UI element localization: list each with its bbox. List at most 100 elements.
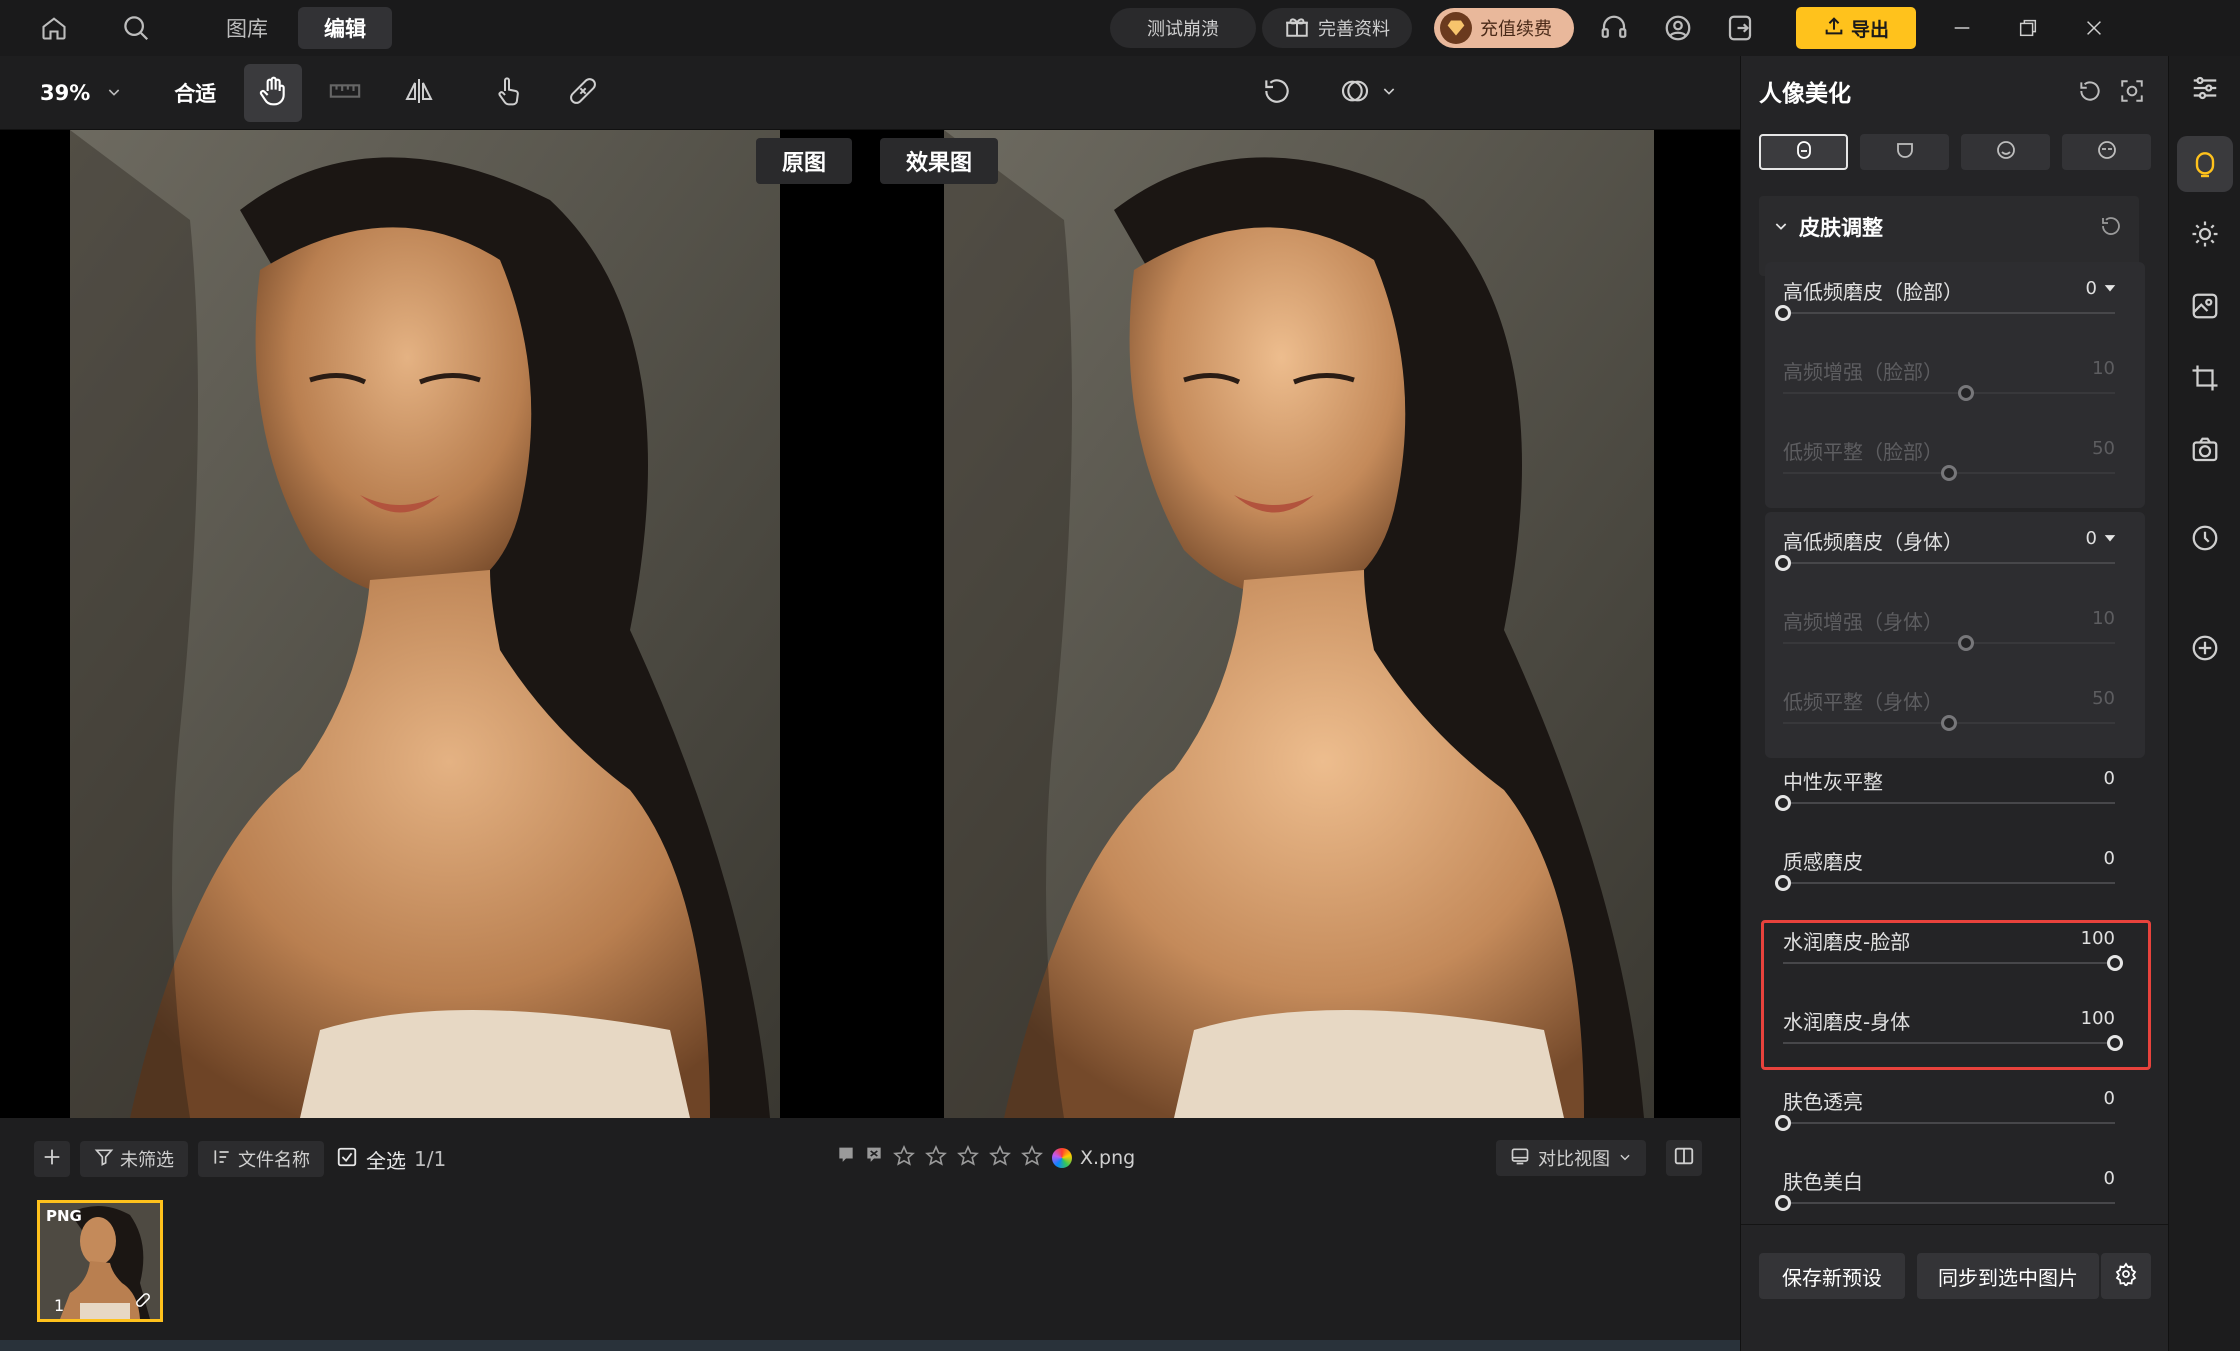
slider-track[interactable]	[1775, 875, 2115, 891]
slider-track[interactable]	[1775, 555, 2115, 571]
edited-icon	[134, 1291, 152, 1313]
star-icon[interactable]	[1020, 1144, 1044, 1172]
adjust-sliders-icon[interactable]	[2185, 68, 2225, 108]
slider-value[interactable]: 0	[2086, 528, 2097, 549]
reject-flag-icon[interactable]	[864, 1146, 884, 1170]
logout-icon[interactable]	[1724, 12, 1756, 44]
history-icon[interactable]	[2185, 518, 2225, 558]
slider-value[interactable]: 0	[2104, 1088, 2115, 1109]
slider-track[interactable]	[1783, 385, 2115, 401]
minimize-button[interactable]	[1936, 0, 1988, 56]
filter-button[interactable]: 未筛选	[80, 1141, 188, 1177]
star-icon[interactable]	[892, 1144, 916, 1172]
chevron-down-icon[interactable]	[1773, 218, 1789, 238]
add-module-icon[interactable]	[2185, 628, 2225, 668]
slider-track[interactable]	[1775, 305, 2115, 321]
caret-down-icon[interactable]	[2103, 280, 2117, 299]
select-all-checkbox[interactable]: 全选 1/1	[336, 1145, 446, 1174]
complete-profile-button[interactable]: 完善资料	[1262, 8, 1412, 48]
file-name: X.png	[1080, 1147, 1136, 1169]
slider-handle[interactable]	[1957, 635, 1974, 651]
slider-handle[interactable]	[1775, 1195, 1791, 1211]
tab-skin[interactable]	[1759, 134, 1848, 170]
split-view-button[interactable]	[1666, 1140, 1702, 1176]
vip-recharge-button[interactable]: 充值续费	[1434, 8, 1574, 48]
home-icon[interactable]	[38, 12, 70, 44]
star-icon[interactable]	[956, 1144, 980, 1172]
sort-button[interactable]: 文件名称	[198, 1141, 324, 1177]
touch-tool-button[interactable]	[480, 64, 538, 122]
mask-dropdown[interactable]	[1326, 64, 1410, 122]
preset-settings-button[interactable]	[2101, 1253, 2151, 1299]
slider-track[interactable]	[1783, 465, 2115, 481]
slider-track[interactable]	[1783, 635, 2115, 651]
user-icon[interactable]	[1662, 12, 1694, 44]
slider-value[interactable]: 0	[2086, 278, 2097, 299]
tab-body[interactable]	[2062, 134, 2151, 170]
export-button[interactable]: 导出	[1796, 7, 1916, 49]
slider-value[interactable]: 10	[2092, 358, 2115, 379]
maximize-button[interactable]	[2002, 0, 2054, 56]
tab-makeup[interactable]	[1860, 134, 1949, 170]
slider-track[interactable]	[1775, 1195, 2115, 1211]
slider-handle[interactable]	[1941, 715, 1957, 731]
slider-handle[interactable]	[1775, 795, 1791, 811]
caret-down-icon[interactable]	[2103, 530, 2117, 549]
portrait-beauty-panel: 人像美化 皮肤调整 高低频磨皮（脸部） 0 高频增强（脸部） 10 低频平整（脸部） 50…	[1740, 56, 2169, 1351]
face-skin-icon	[1792, 138, 1816, 166]
fit-button[interactable]: 合适	[174, 78, 216, 108]
portrait-beauty-icon[interactable]	[2177, 136, 2233, 192]
chevron-down-icon	[1618, 1148, 1632, 1169]
tab-face[interactable]	[1961, 134, 2050, 170]
image-canvas[interactable]: 原图 效果图	[0, 130, 1740, 1118]
slider-track[interactable]	[1775, 1115, 2115, 1131]
report-crash-button[interactable]: 测试崩溃	[1110, 8, 1256, 48]
zoom-dropdown[interactable]: 39%	[40, 81, 122, 105]
save-preset-button[interactable]: 保存新预设	[1759, 1253, 1905, 1299]
slider-value[interactable]: 10	[2092, 608, 2115, 629]
slider-value[interactable]: 0	[2104, 848, 2115, 869]
section-reset-icon[interactable]	[2099, 214, 2123, 242]
sync-to-selected-button[interactable]: 同步到选中图片	[1917, 1253, 2099, 1299]
slider-handle[interactable]	[1775, 875, 1791, 891]
slider-handle[interactable]	[1957, 385, 1974, 401]
panel-reset-icon[interactable]	[2077, 78, 2103, 108]
slider-track[interactable]	[1783, 715, 2115, 731]
flag-icon[interactable]	[836, 1146, 856, 1170]
image-edit-icon[interactable]	[2185, 286, 2225, 326]
star-icon[interactable]	[924, 1144, 948, 1172]
title-bar: 图库 编辑 测试崩溃 完善资料 充值续费 导出	[0, 0, 2240, 56]
slider-value[interactable]: 0	[2104, 1168, 2115, 1189]
thumbnail-item[interactable]: PNG 1	[37, 1200, 163, 1322]
tab-edit[interactable]: 编辑	[298, 7, 392, 49]
sun-icon[interactable]	[2185, 214, 2225, 254]
face-detect-icon[interactable]	[2119, 78, 2145, 108]
smile-icon	[1994, 138, 2018, 166]
camera-icon[interactable]	[2185, 430, 2225, 470]
view-mode-label: 对比视图	[1538, 1149, 1610, 1170]
ruler-tool-button[interactable]	[316, 64, 374, 122]
add-image-button[interactable]	[34, 1141, 70, 1177]
slider-handle[interactable]	[1775, 305, 1791, 321]
slider-value[interactable]: 0	[2104, 768, 2115, 789]
slider-value[interactable]: 50	[2092, 688, 2115, 709]
color-label-icon[interactable]	[1052, 1148, 1072, 1168]
slider-handle[interactable]	[1775, 555, 1791, 571]
heal-tool-button[interactable]	[554, 64, 612, 122]
slider-label: 高低频磨皮（脸部）	[1783, 280, 1963, 304]
reset-button[interactable]	[1248, 64, 1306, 122]
select-count: 1/1	[414, 1147, 447, 1171]
headset-icon[interactable]	[1598, 12, 1630, 44]
star-icon[interactable]	[988, 1144, 1012, 1172]
slider-handle[interactable]	[1941, 465, 1957, 481]
close-button[interactable]	[2068, 0, 2120, 56]
crop-icon[interactable]	[2185, 358, 2225, 398]
hand-tool-button[interactable]	[244, 63, 303, 122]
slider-handle[interactable]	[1775, 1115, 1791, 1131]
tab-library[interactable]: 图库	[200, 7, 294, 49]
flip-tool-button[interactable]	[390, 64, 448, 122]
slider-value[interactable]: 50	[2092, 438, 2115, 459]
search-icon[interactable]	[120, 12, 152, 44]
slider-track[interactable]	[1775, 795, 2115, 811]
view-mode-dropdown[interactable]: 对比视图	[1496, 1140, 1646, 1176]
